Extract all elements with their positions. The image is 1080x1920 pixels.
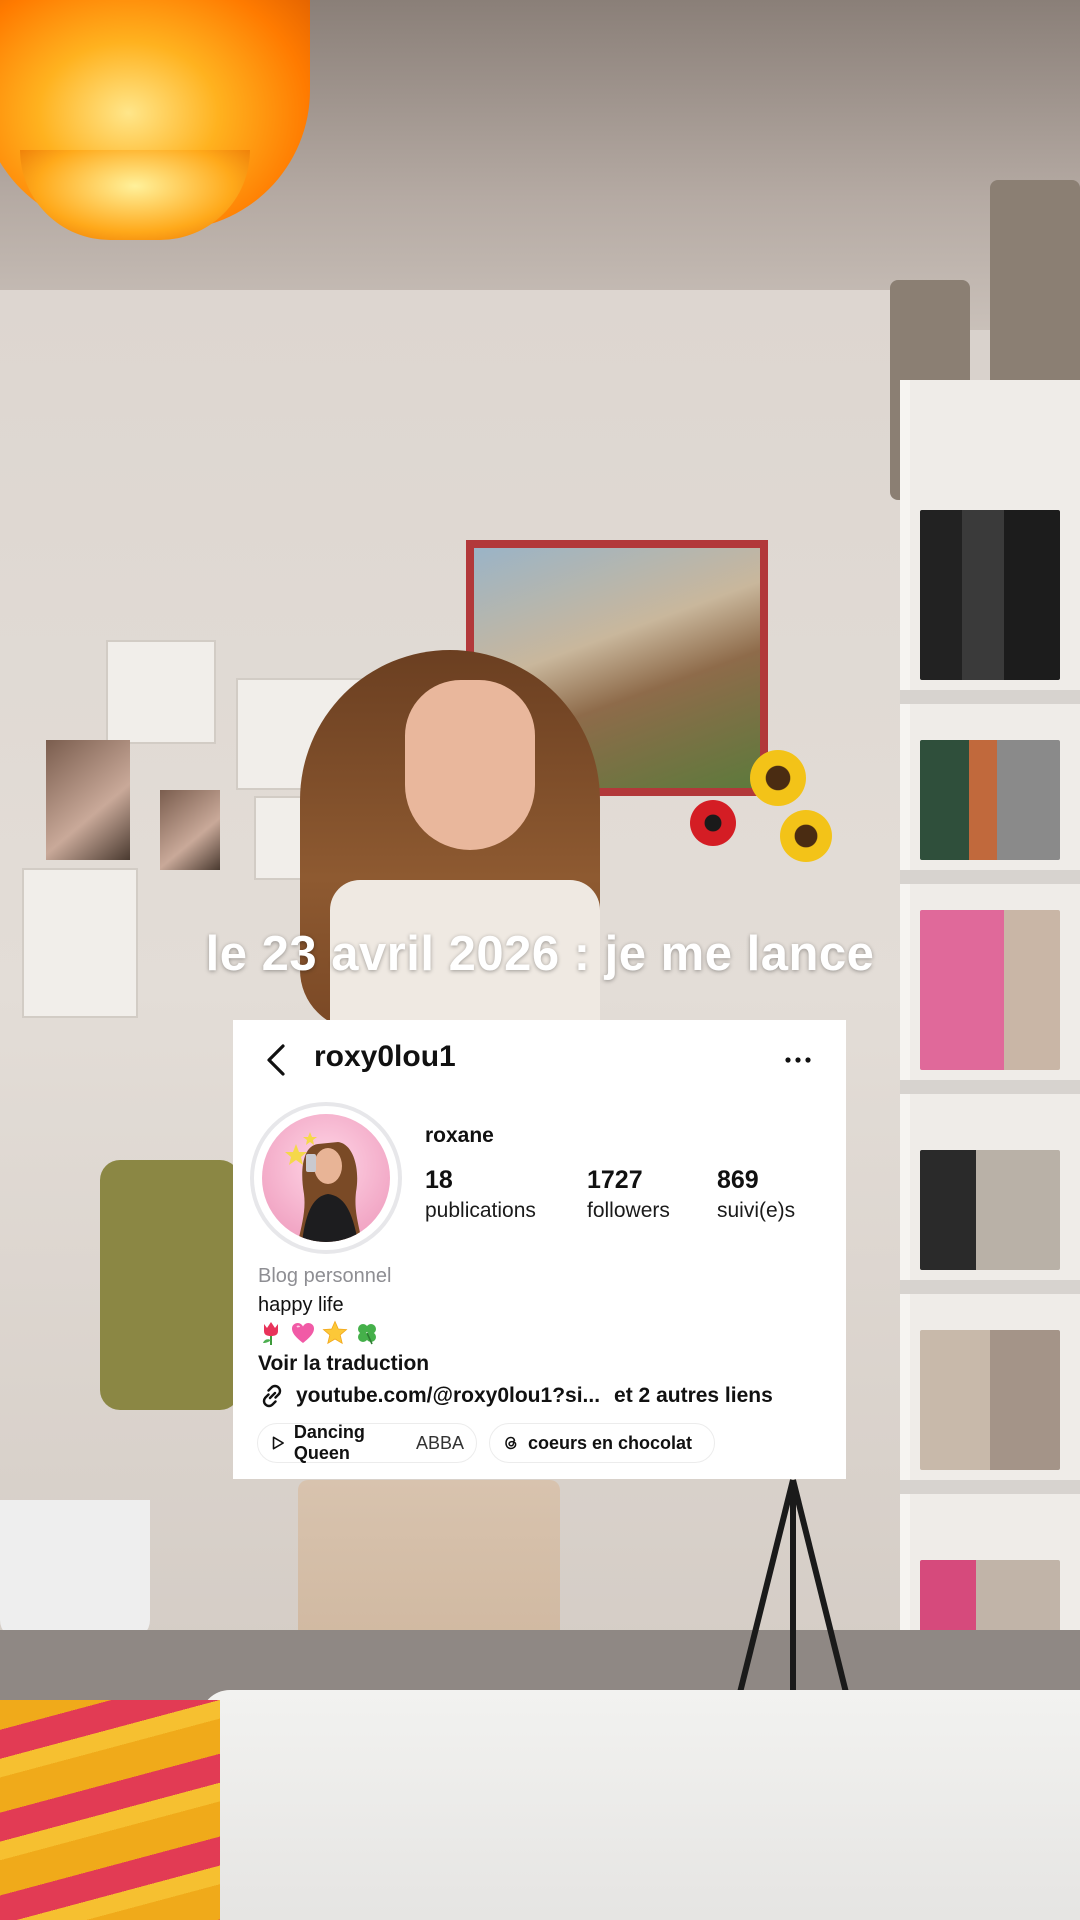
stat-label: followers bbox=[587, 1199, 670, 1222]
striped-blanket bbox=[0, 1700, 220, 1920]
stat-value: 1727 bbox=[587, 1166, 643, 1194]
music-title: Dancing Queen bbox=[293, 1422, 365, 1463]
chair bbox=[100, 1160, 240, 1410]
more-options-icon[interactable] bbox=[778, 1040, 818, 1080]
music-chip[interactable]: Dancing Queen ABBA bbox=[257, 1422, 477, 1463]
back-icon[interactable] bbox=[263, 1042, 289, 1078]
tulip-emoji-icon bbox=[263, 1322, 278, 1345]
more-links[interactable]: et 2 autres liens bbox=[614, 1384, 773, 1408]
profile-links[interactable]: youtube.com/@roxy0lou1?si... et 2 autres… bbox=[258, 1380, 773, 1412]
shelf-board bbox=[900, 690, 1080, 704]
threads-icon bbox=[505, 1436, 517, 1450]
stat-publications[interactable]: 18 publications bbox=[425, 1166, 536, 1223]
trash-bin bbox=[0, 1500, 150, 1640]
person-face bbox=[405, 680, 535, 850]
books bbox=[920, 740, 1060, 860]
avatar-portrait bbox=[285, 1132, 362, 1242]
wall-photo bbox=[160, 790, 220, 870]
shelf-board bbox=[900, 1280, 1080, 1294]
profile-username: roxy0lou1 bbox=[314, 1040, 456, 1073]
stat-label: suivi(e)s bbox=[717, 1199, 796, 1222]
profile-card[interactable]: roxy0lou1 roxane 18 publications 1727 fo… bbox=[233, 1020, 846, 1479]
threads-chip[interactable]: coeurs en chocolat bbox=[489, 1423, 715, 1463]
bio-emojis bbox=[258, 1320, 380, 1348]
profile-category: Blog personnel bbox=[258, 1265, 392, 1287]
link-url[interactable]: youtube.com/@roxy0lou1?si... bbox=[296, 1384, 600, 1408]
stat-value: 869 bbox=[717, 1166, 759, 1194]
books bbox=[920, 510, 1060, 680]
shelf-board bbox=[900, 870, 1080, 884]
stat-label: publications bbox=[425, 1199, 536, 1222]
flower-vase bbox=[690, 740, 832, 880]
pink-heart-emoji-icon bbox=[292, 1323, 314, 1343]
bed bbox=[200, 1690, 1080, 1920]
books bbox=[920, 1150, 1060, 1270]
profile-bio: happy life bbox=[258, 1294, 344, 1316]
threads-title: coeurs en chocolat bbox=[528, 1432, 693, 1453]
star-emoji-icon bbox=[322, 1320, 348, 1345]
link-icon bbox=[262, 1384, 282, 1408]
stat-followers[interactable]: 1727 followers bbox=[587, 1166, 670, 1223]
music-artist: ABBA bbox=[415, 1432, 464, 1453]
stat-value: 18 bbox=[425, 1166, 453, 1194]
profile-display-name: roxane bbox=[425, 1124, 494, 1147]
profile-avatar-ring[interactable] bbox=[250, 1102, 402, 1254]
video-caption: le 23 avril 2026 : je me lance bbox=[205, 927, 875, 981]
tripod-leg bbox=[790, 1480, 796, 1710]
profile-header: roxy0lou1 bbox=[233, 1020, 846, 1100]
wall-paper bbox=[106, 640, 216, 744]
shelf-board bbox=[900, 1080, 1080, 1094]
avatar bbox=[262, 1114, 390, 1242]
stat-following[interactable]: 869 suivi(e)s bbox=[717, 1166, 795, 1223]
wall-photo bbox=[46, 740, 130, 860]
see-translation-link[interactable]: Voir la traduction bbox=[258, 1352, 429, 1376]
books bbox=[920, 1330, 1060, 1470]
play-icon bbox=[272, 1436, 284, 1450]
four-leaf-clover-emoji-icon bbox=[358, 1324, 376, 1345]
shelf-board bbox=[900, 1480, 1080, 1494]
